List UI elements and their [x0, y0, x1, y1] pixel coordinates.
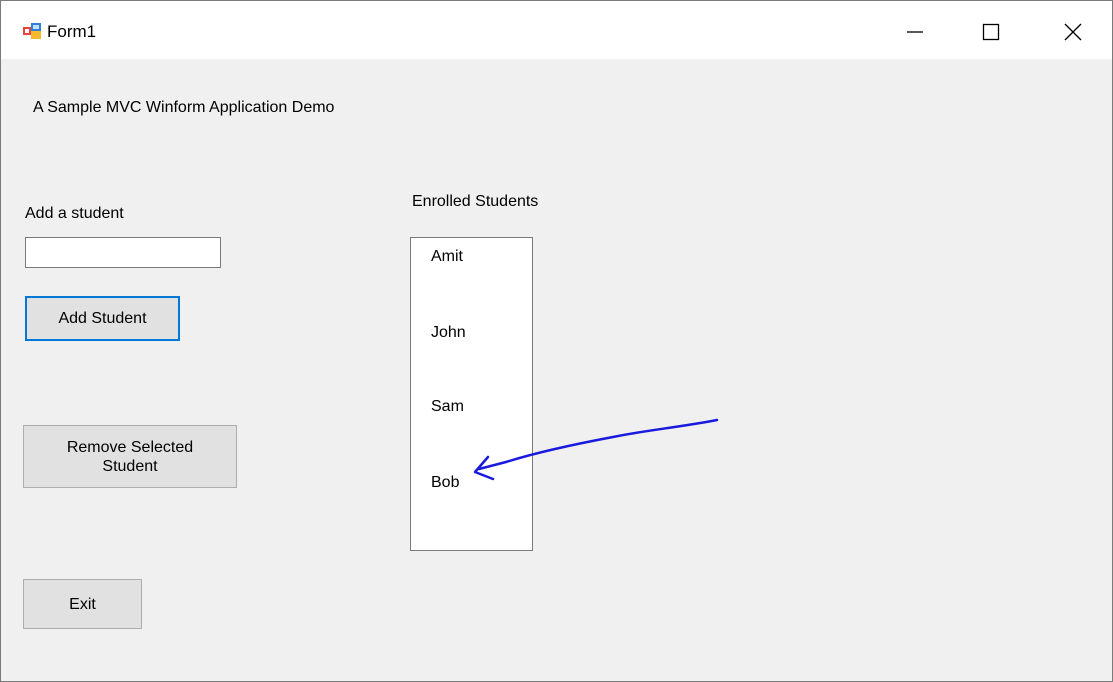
close-button[interactable] — [1045, 9, 1101, 55]
add-student-label: Add a student — [25, 205, 124, 222]
form-client-area: A Sample MVC Winform Application Demo Ad… — [1, 59, 1112, 681]
list-item[interactable]: Amit — [431, 248, 463, 266]
add-student-button[interactable]: Add Student — [25, 296, 180, 341]
exit-button[interactable]: Exit — [23, 579, 142, 629]
window-title: Form1 — [47, 22, 97, 41]
maximize-icon — [982, 23, 1000, 41]
list-item[interactable]: Sam — [431, 398, 464, 416]
hand-drawn-arrow-annotation — [473, 418, 719, 481]
maximize-button[interactable] — [963, 9, 1019, 55]
list-item[interactable]: Bob — [431, 474, 459, 492]
form-window: Form1 A Sample MVC Winform Application D… — [0, 0, 1113, 682]
minimize-icon — [907, 31, 923, 33]
minimize-button[interactable] — [887, 9, 943, 55]
title-bar[interactable]: Form1 — [1, 1, 1112, 59]
form-heading: A Sample MVC Winform Application Demo — [33, 99, 335, 116]
winform-app-icon — [23, 23, 41, 39]
student-name-input[interactable] — [25, 237, 221, 268]
enrolled-students-listbox[interactable]: Amit John Sam Bob — [410, 237, 533, 551]
close-icon — [1064, 23, 1082, 41]
enrolled-students-label: Enrolled Students — [412, 193, 539, 210]
remove-selected-student-button[interactable]: Remove Selected Student — [23, 425, 237, 488]
list-item[interactable]: John — [431, 324, 466, 342]
